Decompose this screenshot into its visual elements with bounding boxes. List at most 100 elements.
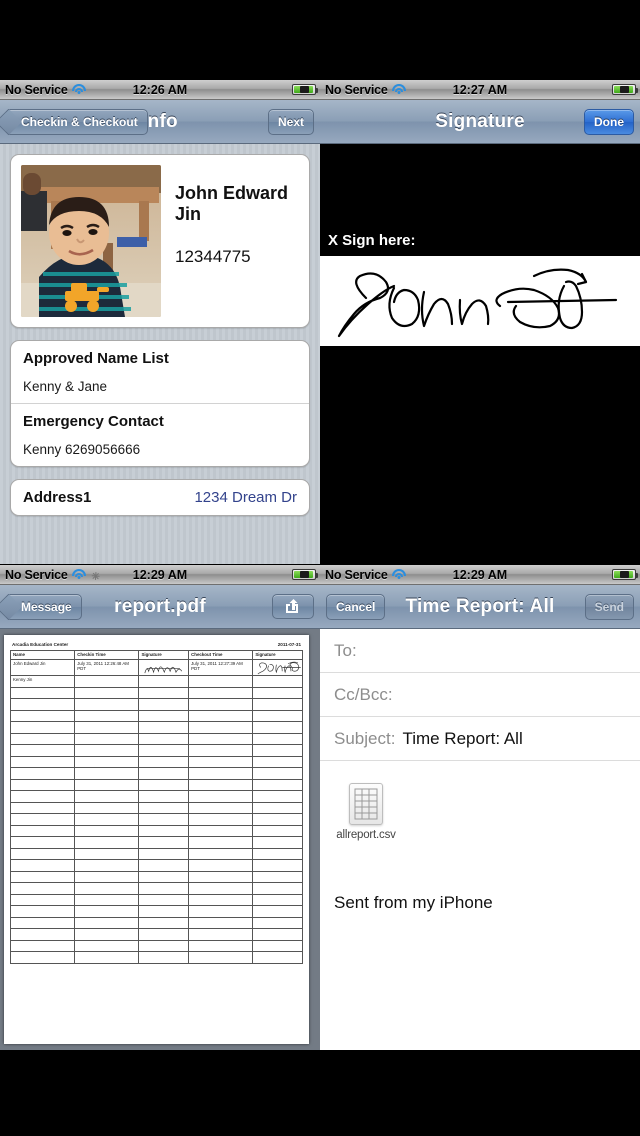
cell-empty <box>188 755 254 768</box>
cell-empty <box>74 951 140 964</box>
table-row <box>9 824 303 837</box>
cell-empty <box>188 859 254 872</box>
report-org-label: Arcadia Education Center <box>12 642 69 647</box>
cell-empty <box>9 686 76 699</box>
cell-checkout-time <box>188 675 254 688</box>
pdf-page: Arcadia Education Center 2011-07-31 Name… <box>4 635 309 1044</box>
back-button-message[interactable]: Message <box>6 593 82 620</box>
table-row <box>9 686 303 699</box>
cell-checkout-signature <box>252 659 303 676</box>
cell-empty <box>188 905 254 918</box>
cell-empty <box>9 905 76 918</box>
signature-strip[interactable] <box>320 256 640 346</box>
cell-empty <box>138 767 190 780</box>
subject-value: Time Report: All <box>402 728 523 748</box>
done-button[interactable]: Done <box>584 108 634 135</box>
address1-value: 1234 Dream Dr <box>194 489 297 506</box>
cell-empty <box>9 859 76 872</box>
table-row <box>9 778 303 791</box>
cell-name: Kenny Jin <box>9 675 76 688</box>
next-button[interactable]: Next <box>267 108 314 135</box>
battery-charging-icon <box>612 84 638 95</box>
battery-charging-icon <box>292 84 318 95</box>
ccbcc-label: Cc/Bcc: <box>334 684 393 704</box>
share-export-icon[interactable] <box>272 594 314 619</box>
address1-row[interactable]: Address1 1234 Dream Dr <box>11 480 309 515</box>
table-row: John Edward Jin July 31, 2011 12:26:48 A… <box>9 659 303 676</box>
cell-empty <box>138 870 190 883</box>
cell-empty <box>252 859 303 872</box>
subject-field-row[interactable]: Subject: Time Report: All <box>320 717 640 761</box>
signature-canvas[interactable]: X Sign here: <box>320 144 640 564</box>
cell-empty <box>74 916 140 929</box>
signature-ink <box>337 268 618 338</box>
approved-name-list-cell[interactable]: Approved Name List Kenny & Jane <box>11 341 309 404</box>
cell-empty <box>74 836 140 849</box>
to-field-row[interactable]: To: <box>320 629 640 673</box>
ccbcc-field-row[interactable]: Cc/Bcc: <box>320 673 640 717</box>
cell-empty <box>74 721 140 734</box>
clock-label: 12:29 AM <box>132 567 188 582</box>
attachment-name: allreport.csv <box>336 829 396 841</box>
report-table-body: John Edward Jin July 31, 2011 12:26:48 A… <box>9 659 303 688</box>
cell-empty <box>74 928 140 941</box>
cell-empty <box>9 755 76 768</box>
cell-empty <box>138 698 190 711</box>
report-table: Name Checkin Time Signature Checkout Tim… <box>9 650 303 964</box>
cell-empty <box>9 916 76 929</box>
column-header: Checkout Time <box>188 650 254 660</box>
cell-empty <box>9 721 76 734</box>
cell-empty <box>252 824 303 837</box>
address-group: Address1 1234 Dream Dr <box>10 479 310 516</box>
clock-label: 12:27 AM <box>452 82 508 97</box>
column-header: Signature <box>138 650 190 660</box>
cell-title: Emergency Contact <box>23 413 164 430</box>
cell-empty <box>252 928 303 941</box>
cell-empty <box>9 801 76 814</box>
cell-empty <box>138 801 190 814</box>
to-label: To: <box>334 640 357 660</box>
nav-bar-mail: Cancel Time Report: All Send <box>320 585 640 629</box>
cell-empty <box>9 744 76 757</box>
cell-empty <box>188 928 254 941</box>
cell-empty <box>74 778 140 791</box>
cell-empty <box>138 824 190 837</box>
profile-card[interactable]: John Edward Jin 12344775 <box>10 154 310 328</box>
cell-empty <box>9 778 76 791</box>
cell-empty <box>138 905 190 918</box>
report-date-label: 2011-07-31 <box>277 642 301 647</box>
cell-empty <box>9 870 76 883</box>
cell-name: John Edward Jin <box>9 659 76 676</box>
table-row <box>9 847 303 860</box>
cell-empty <box>74 790 140 803</box>
attachment-item[interactable]: allreport.csv <box>334 783 398 841</box>
cell-empty <box>9 882 76 895</box>
cell-empty <box>252 790 303 803</box>
table-row <box>9 801 303 814</box>
table-row <box>9 905 303 918</box>
cell-empty <box>138 732 190 745</box>
cell-empty <box>74 824 140 837</box>
table-row <box>9 859 303 872</box>
send-button[interactable]: Send <box>584 593 634 620</box>
cell-empty <box>74 882 140 895</box>
back-button-checkin-checkout[interactable]: Checkin & Checkout <box>6 108 148 135</box>
cell-empty <box>138 709 190 722</box>
mail-body[interactable]: allreport.csv Sent from my iPhone <box>320 761 640 913</box>
emergency-contact-cell[interactable]: Emergency Contact Kenny 6269056666 <box>11 404 309 466</box>
cell-empty <box>9 836 76 849</box>
cell-empty <box>138 778 190 791</box>
cell-checkout-signature <box>252 675 303 688</box>
pdf-viewer[interactable]: Arcadia Education Center 2011-07-31 Name… <box>0 629 320 1050</box>
details-group: Approved Name List Kenny & Jane Emergenc… <box>10 340 310 467</box>
cell-empty <box>188 916 254 929</box>
status-bar-signature: No Service 12:27 AM <box>320 80 640 100</box>
cell-empty <box>252 847 303 860</box>
table-row <box>9 939 303 952</box>
cell-empty <box>252 778 303 791</box>
cell-empty <box>252 870 303 883</box>
cancel-button[interactable]: Cancel <box>326 593 386 620</box>
mail-compose: To: Cc/Bcc: Subject: Time Report: All al… <box>320 629 640 1050</box>
cell-checkin-time: July 31, 2011 12:26:48 AM PDT <box>74 659 140 676</box>
cell-empty <box>9 767 76 780</box>
